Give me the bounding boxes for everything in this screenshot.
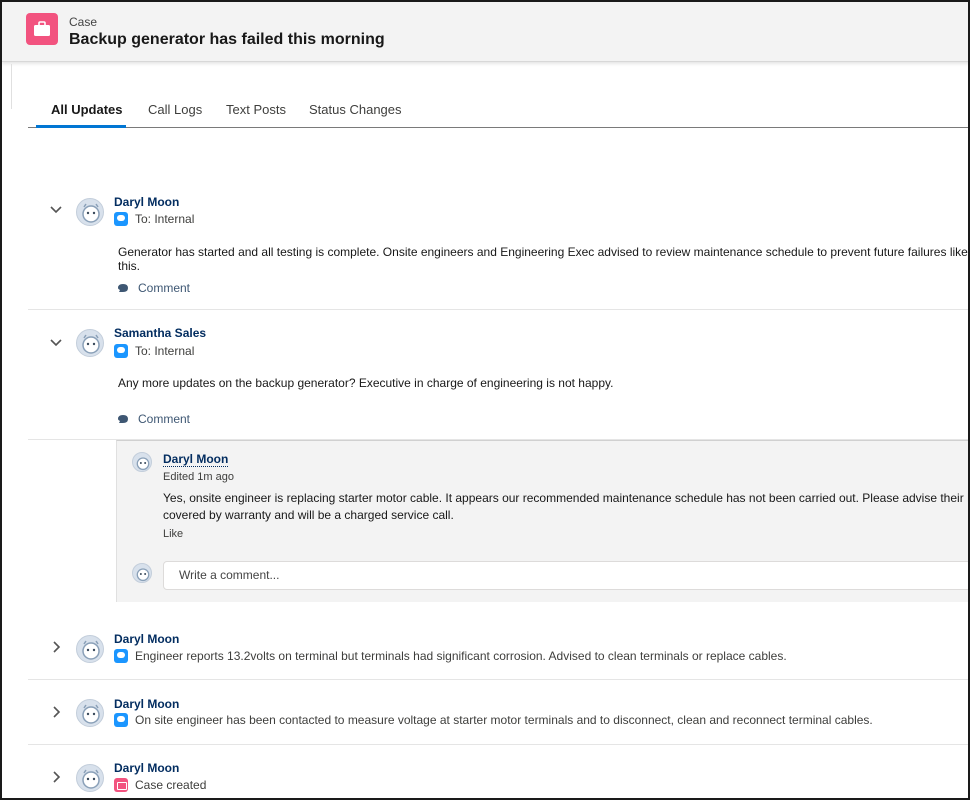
tab-call-logs[interactable]: Call Logs (148, 102, 202, 117)
feed-item: Daryl Moon To: Internal Generator has st… (28, 182, 968, 310)
case-icon (26, 13, 58, 45)
feed-item: Daryl Moon On site engineer has been con… (28, 683, 968, 745)
tab-all-updates[interactable]: All Updates (51, 102, 123, 117)
astro-avatar[interactable] (76, 329, 104, 357)
chevron-right-icon[interactable] (53, 641, 61, 653)
record-title: Backup generator has failed this morning (69, 31, 385, 48)
summary-text: Case created (135, 778, 207, 792)
feed-tabs: All Updates Call Logs Text Posts Status … (28, 98, 968, 128)
astro-avatar[interactable] (76, 699, 104, 727)
comment-author[interactable]: Daryl Moon (163, 452, 229, 467)
author-name[interactable]: Daryl Moon (114, 697, 179, 711)
record-header: Case Backup generator has failed this mo… (2, 2, 968, 62)
astro-avatar[interactable] (76, 198, 104, 226)
author-name[interactable]: Daryl Moon (114, 632, 179, 646)
post-audience: To: Internal (114, 212, 194, 226)
astro-avatar (132, 563, 152, 583)
post-summary: Case created (114, 778, 206, 792)
like-button[interactable]: Like (163, 528, 183, 540)
author-name[interactable]: Samantha Sales (114, 326, 206, 340)
post-summary: On site engineer has been contacted to m… (114, 713, 873, 727)
chat-bubble-icon (114, 649, 128, 663)
feed-item: Samantha Sales To: Internal Any more upd… (28, 313, 968, 440)
comment-body: Yes, onsite engineer is replacing starte… (163, 490, 970, 524)
object-type-label: Case (69, 15, 98, 29)
audience-label: To: Internal (135, 344, 195, 358)
chevron-down-icon[interactable] (50, 206, 62, 214)
summary-text: Engineer reports 13.2volts on terminal b… (135, 649, 787, 663)
astro-avatar[interactable] (76, 635, 104, 663)
post-body: Any more updates on the backup generator… (118, 376, 614, 390)
feed-item: Daryl Moon Engineer reports 13.2volts on… (28, 619, 968, 680)
case-icon (114, 778, 128, 792)
audience-label: To: Internal (135, 212, 195, 226)
active-tab-indicator (36, 125, 126, 128)
case-feed-window: Case Backup generator has failed this mo… (0, 0, 970, 800)
comment-icon (118, 284, 128, 292)
astro-avatar[interactable] (132, 452, 152, 472)
comment-body-line: covered by warranty and will be a charge… (163, 508, 454, 522)
left-gutter (2, 64, 12, 109)
chevron-down-icon[interactable] (50, 339, 62, 347)
tab-text-posts[interactable]: Text Posts (226, 102, 286, 117)
comment-button[interactable]: Comment (117, 281, 190, 295)
comment-thread: Daryl Moon Edited 1m ago Yes, onsite eng… (116, 440, 970, 602)
astro-avatar[interactable] (76, 764, 104, 792)
comment-label: Comment (138, 281, 191, 295)
chat-bubble-icon (114, 713, 128, 727)
author-name[interactable]: Daryl Moon (114, 761, 179, 775)
chat-bubble-icon (114, 212, 128, 226)
comment-button[interactable]: Comment (117, 412, 190, 426)
write-comment-input[interactable]: Write a comment... (163, 561, 968, 590)
comment-icon (118, 415, 128, 423)
comment-body-line: Yes, onsite engineer is replacing starte… (163, 491, 970, 505)
chevron-right-icon[interactable] (53, 706, 61, 718)
post-audience: To: Internal (114, 344, 194, 358)
chevron-right-icon[interactable] (53, 771, 61, 783)
feed-item: Daryl Moon Case created (28, 748, 968, 798)
comment-label: Comment (138, 412, 191, 426)
comment-timestamp: Edited 1m ago (163, 471, 234, 483)
chat-bubble-icon (114, 344, 128, 358)
author-name[interactable]: Daryl Moon (114, 195, 179, 209)
post-summary: Engineer reports 13.2volts on terminal b… (114, 649, 787, 663)
summary-text: On site engineer has been contacted to m… (135, 713, 873, 727)
tab-status-changes[interactable]: Status Changes (309, 102, 402, 117)
post-body: Generator has started and all testing is… (118, 245, 968, 273)
